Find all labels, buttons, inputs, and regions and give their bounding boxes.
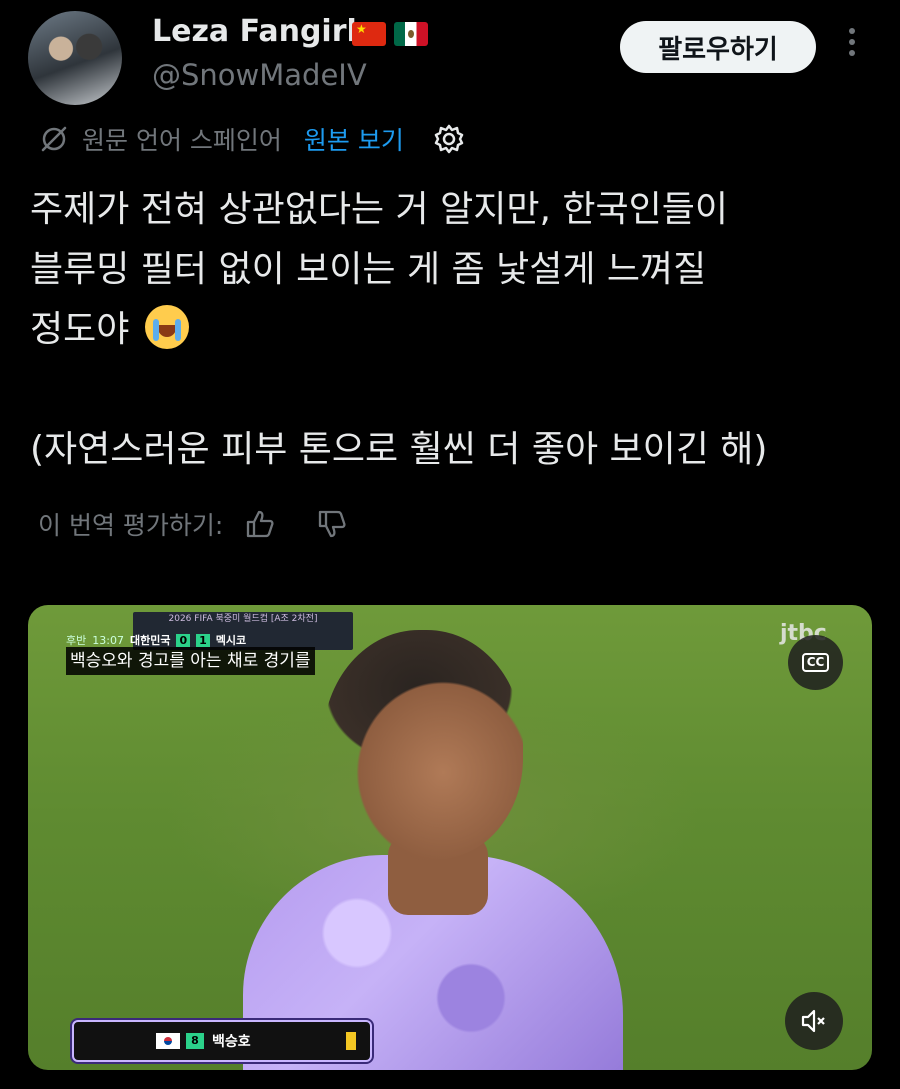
player-name-tag: 8 백승호: [72, 1020, 372, 1062]
flag-china-icon: [352, 22, 386, 46]
tweet-text: 주제가 전혀 상관없다는 거 알지만, 한국인들이 블루밍 필터 없이 보이는 …: [30, 180, 870, 480]
player-name: 백승호: [212, 1034, 251, 1050]
captions-button[interactable]: CC: [788, 635, 843, 690]
scoreboard-title: 2026 FIFA 북중미 월드컵 [A조 2차전]: [168, 614, 318, 624]
flag-mexico-icon: [394, 22, 428, 46]
show-original-link[interactable]: 원본 보기: [304, 121, 404, 157]
translation-bar: 원문 언어 스페인어 원본 보기: [38, 119, 466, 159]
player-head: [323, 630, 523, 860]
source-language-label: 원문 언어 스페인어: [82, 126, 282, 155]
translate-icon: [41, 126, 67, 152]
away-team: 멕시코: [215, 634, 247, 647]
follow-button[interactable]: 팔로우하기: [620, 21, 816, 73]
tweet-line: 블루밍 필터 없이 보이는 게 좀 낯설게 느껴질: [30, 249, 707, 290]
home-score: 0: [176, 633, 191, 647]
rate-translation-label: 이 번역 평가하기:: [38, 511, 224, 540]
away-score: 1: [196, 633, 210, 647]
thumbs-down-icon[interactable]: [315, 507, 349, 541]
flag-korea-icon: [156, 1033, 180, 1049]
user-handle[interactable]: @SnowMadeIV: [152, 58, 367, 92]
match-clock: 13:07: [92, 633, 124, 647]
tweet-line: 주제가 전혀 상관없다는 거 알지만, 한국인들이: [30, 189, 728, 230]
name-flags: [352, 22, 428, 46]
home-team: 대한민국: [129, 634, 171, 647]
avatar[interactable]: [28, 11, 122, 105]
player-number: 8: [186, 1033, 204, 1049]
loudly-crying-face-icon: [144, 305, 189, 349]
display-name[interactable]: Leza Fangirl: [152, 14, 357, 49]
speaker-muted-icon: [801, 1009, 825, 1033]
video-player[interactable]: 2026 FIFA 북중미 월드컵 [A조 2차전] 후반 13:07 대한민국…: [28, 605, 872, 1070]
cc-icon: CC: [801, 653, 830, 672]
video-subtitle: 백승오와 경고를 아는 채로 경기를: [66, 647, 315, 675]
tweet-line: 정도야: [30, 300, 870, 360]
yellow-card-icon: [346, 1032, 356, 1050]
gear-icon[interactable]: [432, 122, 466, 156]
more-options-icon[interactable]: [842, 28, 862, 68]
rate-translation-row: 이 번역 평가하기:: [38, 503, 387, 545]
match-half: 후반: [66, 634, 87, 647]
thumbs-up-icon[interactable]: [243, 507, 277, 541]
tweet-line: (자연스러운 피부 톤으로 훨씬 더 좋아 보이긴 해): [30, 429, 768, 470]
mute-button[interactable]: [785, 992, 843, 1050]
